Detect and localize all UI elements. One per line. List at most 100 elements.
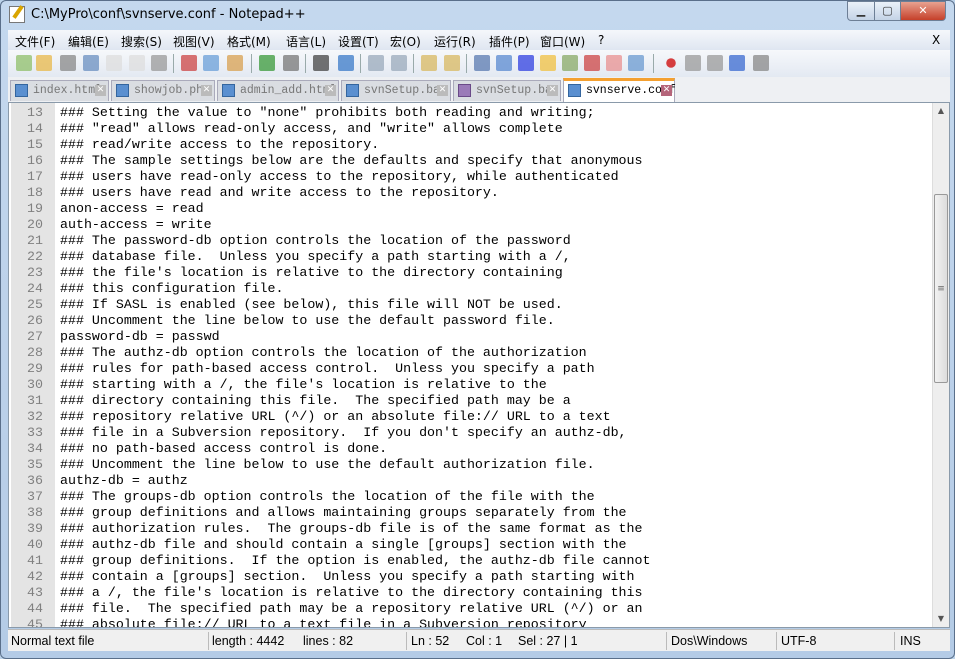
sync-v-icon[interactable]: [421, 55, 437, 71]
line-text: ### file in a Subversion repository. If …: [60, 425, 627, 440]
line-text: ### authz-db file and should contain a s…: [60, 537, 627, 552]
folder-workspace-icon[interactable]: [606, 55, 622, 71]
tab-showjob-php[interactable]: showjob.php ✕: [111, 80, 215, 101]
undo-icon[interactable]: [259, 55, 275, 71]
open-icon[interactable]: [36, 55, 52, 71]
close-all-icon[interactable]: [129, 55, 145, 71]
word-wrap-icon[interactable]: [474, 55, 490, 71]
menu-search[interactable]: 搜索(S): [121, 33, 162, 50]
notepadpp-window: C:\MyPro\conf\svnserve.conf - Notepad++ …: [0, 0, 955, 659]
line-text: ### the file's location is relative to t…: [60, 265, 563, 280]
saved-file-icon: [568, 84, 581, 97]
udl-icon[interactable]: [540, 55, 556, 71]
indent-guide-icon[interactable]: [518, 55, 534, 71]
copy-icon[interactable]: [203, 55, 219, 71]
saved-file-icon: [222, 84, 235, 97]
find-icon[interactable]: [313, 55, 329, 71]
tab-label: showjob.php: [134, 84, 210, 97]
run-macro-multiple-icon[interactable]: [729, 55, 745, 71]
stop-macro-icon[interactable]: [685, 55, 701, 71]
line-text: ### Uncomment the line below to use the …: [60, 457, 595, 472]
line-text: ### "read" allows read-only access, and …: [60, 121, 563, 136]
sync-h-icon[interactable]: [444, 55, 460, 71]
tab-close-icon[interactable]: ✕: [437, 85, 448, 96]
toolbar-separator: [360, 54, 361, 73]
paste-icon[interactable]: [227, 55, 243, 71]
line-text: ### Uncomment the line below to use the …: [60, 313, 555, 328]
text-editor[interactable]: 13 ### Setting the value to "none" prohib…: [8, 102, 950, 628]
menu-file[interactable]: 文件(F): [15, 33, 55, 50]
record-macro-icon[interactable]: [666, 58, 676, 68]
close-icon[interactable]: [106, 55, 122, 71]
tab-bar: index.html ✕ showjob.php ✕ admin_add.html ✕…: [8, 77, 950, 102]
tab-close-icon[interactable]: ✕: [547, 85, 558, 96]
menu-settings[interactable]: 设置(T): [338, 33, 379, 50]
vertical-scrollbar[interactable]: ▲ ≡ ▼: [932, 103, 949, 627]
scrollbar-thumb[interactable]: ≡: [934, 194, 948, 383]
line-text: ### group definitions. If the option is …: [60, 553, 651, 568]
cut-icon[interactable]: [181, 55, 197, 71]
menu-edit[interactable]: 编辑(E): [68, 33, 109, 50]
toolbar-separator: [173, 54, 174, 73]
tab-svnserve-conf[interactable]: svnserve.conf ✕: [563, 78, 676, 102]
tab-admin-add-html[interactable]: admin_add.html ✕: [217, 80, 339, 101]
monitor-icon[interactable]: [628, 55, 644, 71]
maximize-button[interactable]: ▢: [874, 1, 901, 21]
status-length: length : 4442: [212, 634, 285, 648]
tab-index-html[interactable]: index.html ✕: [10, 80, 109, 101]
line-text: ### users have read and write access to …: [60, 185, 499, 200]
status-lines: lines : 82: [303, 634, 354, 648]
menu-language[interactable]: 语言(L): [286, 33, 326, 50]
tab-close-icon[interactable]: ✕: [95, 85, 106, 96]
code-line: 17 ### users have read-only access to the…: [9, 169, 929, 185]
saved-file-icon: [116, 84, 129, 97]
code-line: 26 ### Uncomment the line below to use th…: [9, 313, 929, 329]
menu-view[interactable]: 视图(V): [173, 33, 215, 50]
menu-plugins[interactable]: 插件(P): [489, 33, 530, 50]
toolbar-separator: [413, 54, 414, 73]
zoom-out-icon[interactable]: [391, 55, 407, 71]
line-text: ### repository relative URL (^/) or an a…: [60, 409, 611, 424]
replace-icon[interactable]: [338, 55, 354, 71]
close-document-button[interactable]: X: [932, 33, 940, 47]
line-number: 42: [27, 569, 43, 584]
status-eol-format: Dos\Windows: [671, 634, 748, 648]
save-icon[interactable]: [60, 55, 76, 71]
show-all-chars-icon[interactable]: [496, 55, 512, 71]
zoom-in-icon[interactable]: [368, 55, 384, 71]
tab-close-icon[interactable]: ✕: [325, 85, 336, 96]
menu-run[interactable]: 运行(R): [434, 33, 476, 50]
menu-format[interactable]: 格式(M): [227, 33, 271, 50]
code-line: 39 ### authorization rules. The groups-db…: [9, 521, 929, 537]
code-line: 33 ### file in a Subversion repository. I…: [9, 425, 929, 441]
line-text: ### group definitions and allows maintai…: [60, 505, 627, 520]
tab-svnsetup-bat[interactable]: svnSetup.bat ✕: [341, 80, 451, 101]
minimize-button[interactable]: ▁: [847, 1, 875, 21]
tab-svnsetup-bat-2[interactable]: svnSetup.bat ✕: [453, 80, 561, 101]
close-window-button[interactable]: ✕: [900, 1, 946, 21]
status-selection: Sel : 27 | 1: [518, 634, 578, 648]
print-icon[interactable]: [151, 55, 167, 71]
save-macro-icon[interactable]: [753, 55, 769, 71]
tab-close-icon[interactable]: ✕: [661, 85, 672, 96]
line-number: 31: [27, 393, 43, 408]
scroll-up-arrow-icon[interactable]: ▲: [933, 103, 949, 119]
line-text: ### this configuration file.: [60, 281, 284, 296]
menu-bar: 文件(F) 编辑(E) 搜索(S) 视图(V) 格式(M) 语言(L) 设置(T…: [8, 30, 950, 50]
function-list-icon[interactable]: [584, 55, 600, 71]
save-all-icon[interactable]: [83, 55, 99, 71]
window-title: C:\MyPro\conf\svnserve.conf - Notepad++: [31, 7, 306, 22]
menu-window[interactable]: 窗口(W): [540, 33, 585, 50]
line-text: ### The authz-db option controls the loc…: [60, 345, 587, 360]
menu-help[interactable]: ?: [598, 33, 604, 47]
menu-macro[interactable]: 宏(O): [390, 33, 421, 50]
play-macro-icon[interactable]: [707, 55, 723, 71]
line-number: 39: [27, 521, 43, 536]
doc-map-icon[interactable]: [562, 55, 578, 71]
scroll-down-arrow-icon[interactable]: ▼: [933, 611, 949, 627]
saved-file-icon: [346, 84, 359, 97]
code-line: 24 ### this configuration file.: [9, 281, 929, 297]
redo-icon[interactable]: [283, 55, 299, 71]
new-icon[interactable]: [16, 55, 32, 71]
tab-close-icon[interactable]: ✕: [201, 85, 212, 96]
